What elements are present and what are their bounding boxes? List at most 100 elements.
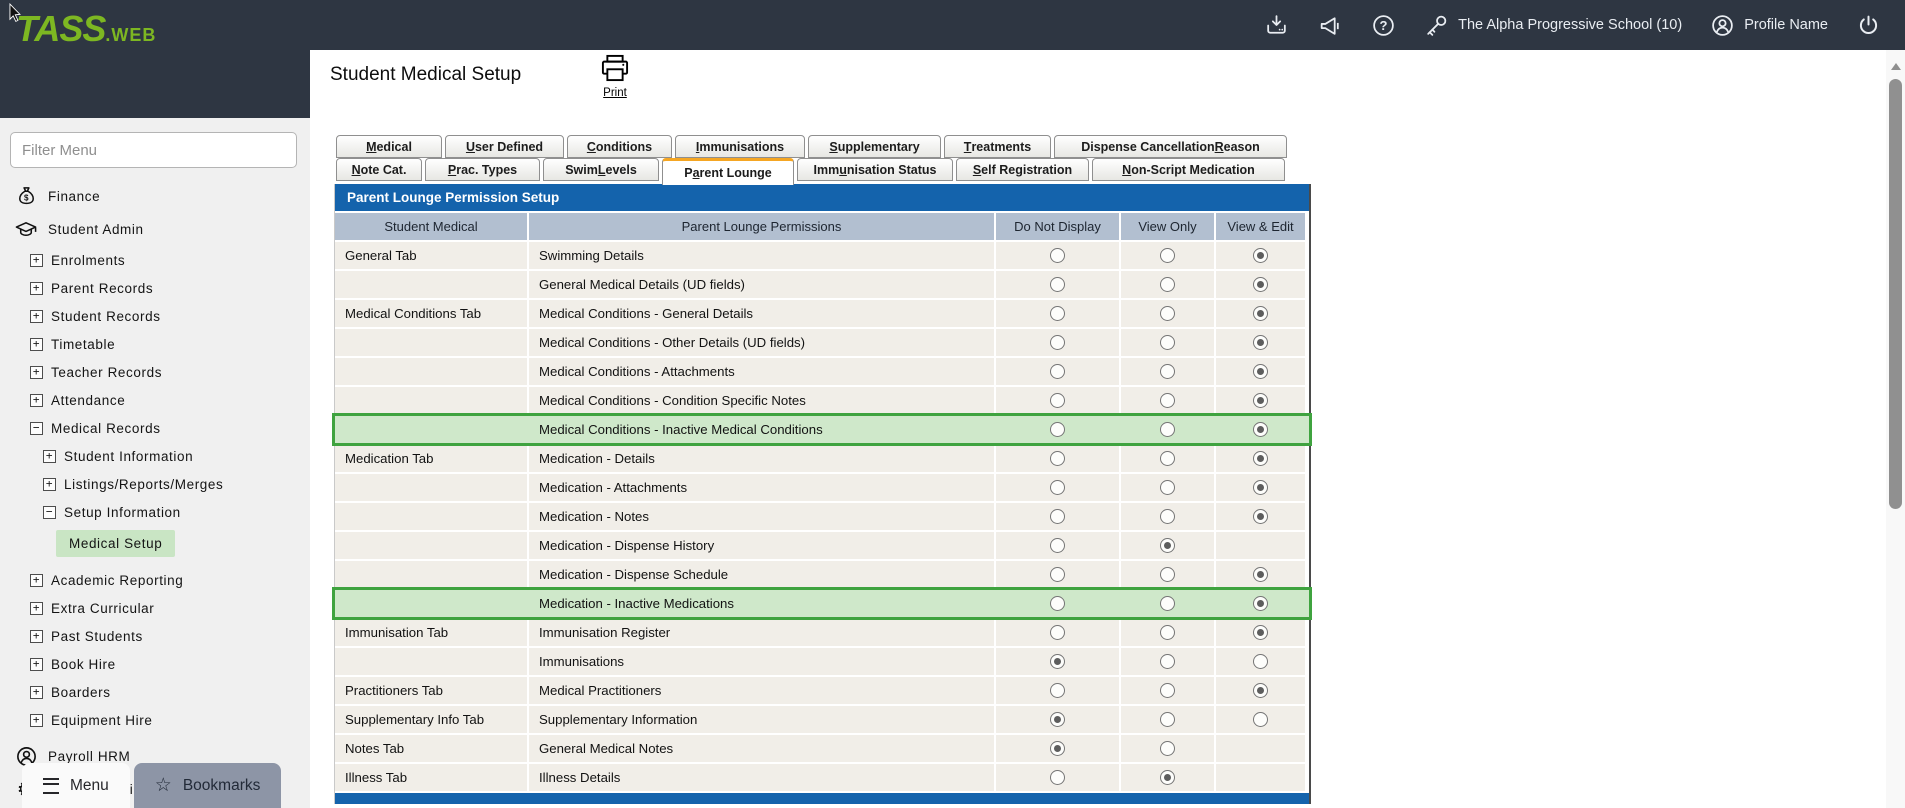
tab-immunisation-status[interactable]: Immunisation Status — [797, 158, 953, 181]
radio-medical-conditions-attachments-ve[interactable] — [1253, 364, 1268, 379]
radio-medical-conditions-other-details-ud-fields-vo[interactable] — [1160, 335, 1175, 350]
radio-medication-notes-vo[interactable] — [1160, 509, 1175, 524]
tass-logo[interactable]: TASS.WEB — [16, 8, 156, 50]
tab-dispense-cancellation-reason[interactable]: Dispense Cancellation Reason — [1054, 135, 1287, 158]
radio-medication-dispense-schedule-ve[interactable] — [1253, 567, 1268, 582]
radio-swimming-details-dnd[interactable] — [1050, 248, 1065, 263]
expand-toggle-icon[interactable]: + — [30, 658, 43, 671]
expand-toggle-icon[interactable]: + — [43, 478, 56, 491]
radio-illness-details-vo[interactable] — [1160, 770, 1175, 785]
collapse-toggle-icon[interactable]: − — [43, 506, 56, 519]
sidebar-item-enrolments[interactable]: +Enrolments — [0, 246, 310, 274]
sidebar-item-past-students[interactable]: +Past Students — [0, 622, 310, 650]
radio-general-medical-notes-dnd[interactable] — [1050, 741, 1065, 756]
radio-medical-conditions-attachments-vo[interactable] — [1160, 364, 1175, 379]
tab-medical[interactable]: Medical — [336, 135, 442, 158]
scroll-up-arrow[interactable] — [1891, 63, 1901, 70]
radio-medical-conditions-inactive-medical-conditions-ve[interactable] — [1253, 422, 1268, 437]
radio-immunisation-register-ve[interactable] — [1253, 625, 1268, 640]
tab-bookmarks[interactable]: ☆ Bookmarks — [134, 763, 282, 808]
print-button[interactable]: Print — [586, 54, 644, 99]
sidebar-item-boarders[interactable]: +Boarders — [0, 678, 310, 706]
radio-general-medical-details-ud-fields-ve[interactable] — [1253, 277, 1268, 292]
radio-medical-conditions-general-details-ve[interactable] — [1253, 306, 1268, 321]
expand-toggle-icon[interactable]: + — [30, 366, 43, 379]
expand-toggle-icon[interactable]: + — [30, 602, 43, 615]
power-icon[interactable] — [1856, 13, 1881, 38]
radio-medical-practitioners-dnd[interactable] — [1050, 683, 1065, 698]
sidebar-item-teacher-records[interactable]: +Teacher Records — [0, 358, 310, 386]
profile-menu[interactable]: Profile Name — [1710, 13, 1828, 38]
download-icon[interactable] — [1264, 13, 1289, 38]
radio-medication-notes-dnd[interactable] — [1050, 509, 1065, 524]
announcements-icon[interactable] — [1317, 13, 1343, 38]
radio-medical-conditions-attachments-dnd[interactable] — [1050, 364, 1065, 379]
radio-medical-conditions-inactive-medical-conditions-vo[interactable] — [1160, 422, 1175, 437]
sidebar-item-academic-reporting[interactable]: +Academic Reporting — [0, 566, 310, 594]
sidebar-item-extra-curricular[interactable]: +Extra Curricular — [0, 594, 310, 622]
tab-treatments[interactable]: Treatments — [944, 135, 1051, 158]
sidebar-item-timetable[interactable]: +Timetable — [0, 330, 310, 358]
radio-general-medical-details-ud-fields-dnd[interactable] — [1050, 277, 1065, 292]
radio-medication-inactive-medications-dnd[interactable] — [1050, 596, 1065, 611]
sidebar-item-equipment-hire[interactable]: +Equipment Hire — [0, 706, 310, 734]
sidebar-item-setup-information[interactable]: −Setup Information — [0, 498, 310, 526]
expand-toggle-icon[interactable]: + — [30, 310, 43, 323]
sidebar-item-student-information[interactable]: +Student Information — [0, 442, 310, 470]
radio-illness-details-dnd[interactable] — [1050, 770, 1065, 785]
radio-swimming-details-vo[interactable] — [1160, 248, 1175, 263]
radio-medical-conditions-condition-specific-notes-vo[interactable] — [1160, 393, 1175, 408]
school-selector[interactable]: The Alpha Progressive School (10) — [1424, 13, 1682, 38]
radio-immunisation-register-vo[interactable] — [1160, 625, 1175, 640]
help-icon[interactable]: ? — [1371, 13, 1396, 38]
tab-user-defined[interactable]: User Defined — [445, 135, 564, 158]
expand-toggle-icon[interactable]: + — [30, 714, 43, 727]
radio-supplementary-information-vo[interactable] — [1160, 712, 1175, 727]
expand-toggle-icon[interactable]: + — [30, 282, 43, 295]
radio-general-medical-notes-vo[interactable] — [1160, 741, 1175, 756]
radio-immunisations-dnd[interactable] — [1050, 654, 1065, 669]
filter-menu-input[interactable] — [10, 132, 297, 168]
sidebar-item-student-records[interactable]: +Student Records — [0, 302, 310, 330]
radio-medical-practitioners-ve[interactable] — [1253, 683, 1268, 698]
scrollbar-thumb[interactable] — [1889, 79, 1902, 509]
expand-toggle-icon[interactable]: + — [30, 254, 43, 267]
radio-medical-conditions-other-details-ud-fields-ve[interactable] — [1253, 335, 1268, 350]
expand-toggle-icon[interactable]: + — [30, 686, 43, 699]
tab-note-cat[interactable]: Note Cat. — [336, 158, 422, 181]
radio-immunisations-vo[interactable] — [1160, 654, 1175, 669]
radio-medication-notes-ve[interactable] — [1253, 509, 1268, 524]
radio-medication-dispense-schedule-vo[interactable] — [1160, 567, 1175, 582]
sidebar-item-book-hire[interactable]: +Book Hire — [0, 650, 310, 678]
tab-non-script-medication[interactable]: Non-Script Medication — [1092, 158, 1285, 181]
tab-self-registration[interactable]: Self Registration — [956, 158, 1089, 181]
sidebar-item-student-admin[interactable]: Student Admin — [0, 213, 310, 246]
radio-general-medical-details-ud-fields-vo[interactable] — [1160, 277, 1175, 292]
collapse-toggle-icon[interactable]: − — [30, 422, 43, 435]
radio-swimming-details-ve[interactable] — [1253, 248, 1268, 263]
radio-medication-details-dnd[interactable] — [1050, 451, 1065, 466]
radio-medication-details-ve[interactable] — [1253, 451, 1268, 466]
radio-medication-attachments-dnd[interactable] — [1050, 480, 1065, 495]
tab-menu[interactable]: Menu — [22, 763, 130, 808]
tab-swim-levels[interactable]: Swim Levels — [543, 158, 659, 181]
tab-parent-lounge[interactable]: Parent Lounge — [662, 158, 794, 185]
radio-medication-dispense-history-vo[interactable] — [1160, 538, 1175, 553]
radio-medication-inactive-medications-vo[interactable] — [1160, 596, 1175, 611]
radio-medical-conditions-other-details-ud-fields-dnd[interactable] — [1050, 335, 1065, 350]
expand-toggle-icon[interactable]: + — [30, 574, 43, 587]
tab-conditions[interactable]: Conditions — [567, 135, 672, 158]
radio-medical-conditions-inactive-medical-conditions-dnd[interactable] — [1050, 422, 1065, 437]
radio-medical-conditions-condition-specific-notes-dnd[interactable] — [1050, 393, 1065, 408]
radio-medical-practitioners-vo[interactable] — [1160, 683, 1175, 698]
expand-toggle-icon[interactable]: + — [43, 450, 56, 463]
sidebar-item-finance[interactable]: $Finance — [0, 180, 310, 213]
radio-medication-inactive-medications-ve[interactable] — [1253, 596, 1268, 611]
radio-medical-conditions-condition-specific-notes-ve[interactable] — [1253, 393, 1268, 408]
tab-immunisations[interactable]: Immunisations — [675, 135, 805, 158]
sidebar-item-listings-reports-merges[interactable]: +Listings/Reports/Merges — [0, 470, 310, 498]
tab-supplementary[interactable]: Supplementary — [808, 135, 941, 158]
expand-toggle-icon[interactable]: + — [30, 394, 43, 407]
radio-medication-dispense-schedule-dnd[interactable] — [1050, 567, 1065, 582]
expand-toggle-icon[interactable]: + — [30, 630, 43, 643]
